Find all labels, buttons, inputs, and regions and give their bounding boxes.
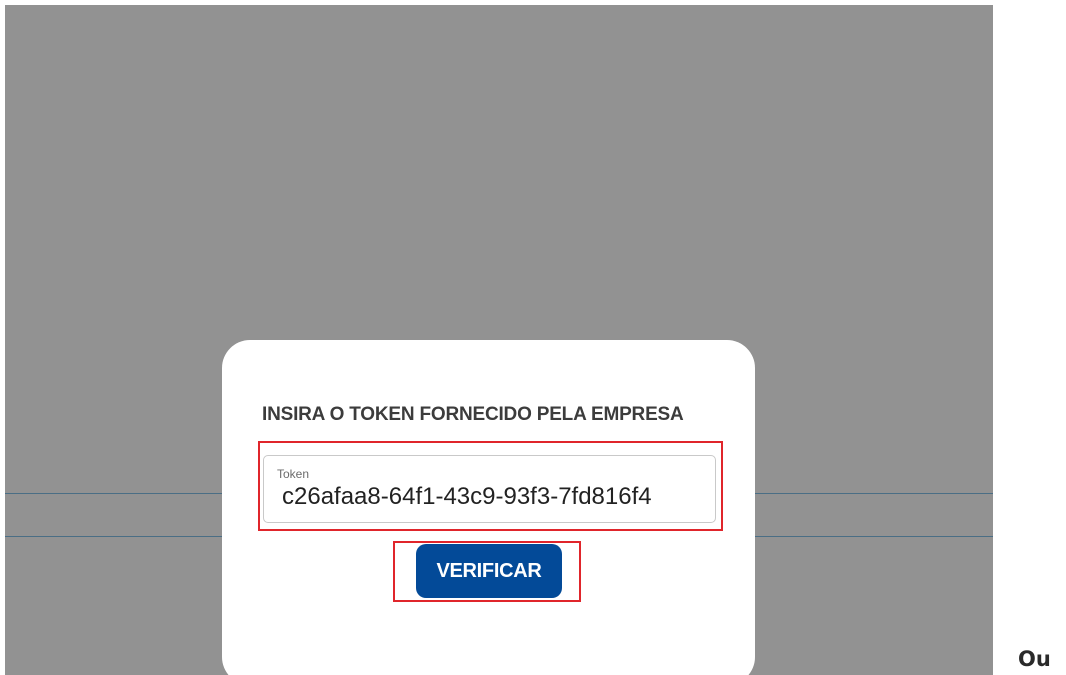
verify-button[interactable]: VERIFICAR [416,544,562,598]
token-field-label: Token [277,467,310,481]
token-modal: INSIRA O TOKEN FORNECIDO PELA EMPRESA To… [222,340,755,675]
token-input[interactable] [282,483,714,511]
page: INSIRA O TOKEN FORNECIDO PELA EMPRESA To… [0,0,1066,675]
token-field[interactable]: Token [263,455,716,523]
or-label: Ou [1018,647,1051,671]
modal-title: INSIRA O TOKEN FORNECIDO PELA EMPRESA [262,404,684,425]
